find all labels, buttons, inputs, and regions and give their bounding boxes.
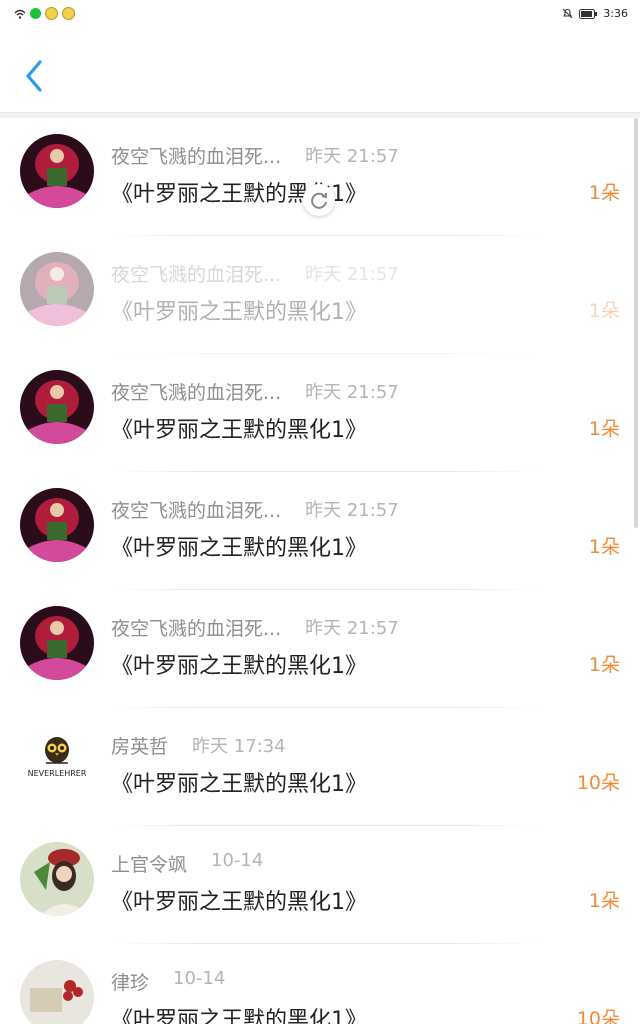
book-title: 《叶罗丽之王默的黑化1》 (111, 300, 367, 325)
list-item[interactable]: 夜空飞溅的血泪死... 昨天 21:57 《叶罗丽之王默的黑化1》 1朵 (0, 590, 640, 708)
list-item[interactable]: 律珍 10-14 《叶罗丽之王默的黑化1》 10朵 (0, 944, 640, 1024)
sender-name: 夜空飞溅的血泪死... (111, 264, 282, 286)
avatar[interactable] (20, 960, 94, 1024)
sender-name: 夜空飞溅的血泪死... (111, 382, 282, 404)
refresh-indicator (303, 184, 335, 216)
flower-count: 1朵 (588, 654, 620, 676)
avatar[interactable] (20, 606, 94, 680)
wifi-icon (14, 9, 26, 19)
sender-name: 夜空飞溅的血泪死... (111, 500, 282, 522)
message-time: 昨天 21:57 (305, 500, 399, 521)
battery-icon (579, 8, 598, 19)
flower-count: 10朵 (576, 1008, 620, 1024)
avatar[interactable]: NEVERLEHRER (20, 724, 94, 798)
book-title: 《叶罗丽之王默的黑化1》 (111, 1008, 367, 1024)
status-icons-right: 3:36 (562, 7, 628, 20)
status-icons-left (14, 7, 75, 20)
chevron-left-icon (26, 60, 42, 92)
refresh-icon (311, 192, 327, 209)
sender-line: 夜空飞溅的血泪死... 昨天 21:57 (111, 260, 399, 287)
flower-count: 1朵 (588, 418, 620, 440)
flower-count: 1朵 (588, 536, 620, 558)
flower-count: 1朵 (588, 890, 620, 912)
sender-name: 上官令飒 (111, 854, 188, 876)
sender-name: 夜空飞溅的血泪死... (111, 618, 282, 640)
wechat-icon (30, 8, 41, 19)
book-title: 《叶罗丽之王默的黑化1》 (111, 654, 367, 679)
message-time: 昨天 21:57 (305, 264, 399, 285)
message-time: 昨天 21:57 (305, 382, 399, 403)
list-item[interactable]: 夜空飞溅的血泪死... 昨天 21:57 《叶罗丽之王默的黑化1》 1朵 (0, 354, 640, 472)
avatar[interactable] (20, 370, 94, 444)
sender-line: 夜空飞溅的血泪死... 昨天 21:57 (111, 378, 399, 405)
avatar[interactable] (20, 488, 94, 562)
message-time: 昨天 17:34 (192, 736, 286, 757)
message-time: 10-14 (211, 850, 264, 871)
status-time: 3:36 (603, 7, 628, 20)
book-title: 《叶罗丽之王默的黑化1》 (111, 772, 367, 797)
scrollbar[interactable] (634, 118, 638, 528)
sender-line: 上官令飒 10-14 (111, 850, 263, 877)
avatar[interactable] (20, 842, 94, 916)
list-item[interactable]: 夜空飞溅的血泪死... 昨天 21:57 《叶罗丽之王默的黑化1》 1朵 (0, 472, 640, 590)
flower-count: 10朵 (576, 772, 620, 794)
app-header (0, 28, 640, 113)
book-title: 《叶罗丽之王默的黑化1》 (111, 536, 367, 561)
list-item[interactable]: 上官令飒 10-14 《叶罗丽之王默的黑化1》 1朵 (0, 826, 640, 944)
app-notify-icon-2 (62, 7, 75, 20)
list-item[interactable]: NEVERLEHRER 房英哲 昨天 17:34 《叶罗丽之王默的黑化1》 10… (0, 708, 640, 826)
sender-line: 夜空飞溅的血泪死... 昨天 21:57 (111, 496, 399, 523)
sender-line: 律珍 10-14 (111, 968, 225, 995)
sender-line: 房英哲 昨天 17:34 (111, 732, 286, 759)
sender-name: 夜空飞溅的血泪死... (111, 146, 282, 168)
app-notify-icon (45, 7, 58, 20)
owl-logo-text: NEVERLEHRER (28, 769, 87, 778)
book-title: 《叶罗丽之王默的黑化1》 (111, 418, 367, 443)
silent-bell-icon (562, 8, 573, 19)
avatar[interactable] (20, 252, 94, 326)
book-title: 《叶罗丽之王默的黑化1》 (111, 890, 367, 915)
sender-line: 夜空飞溅的血泪死... 昨天 21:57 (111, 142, 399, 169)
list-item[interactable]: 夜空飞溅的血泪死... 昨天 21:57 《叶罗丽之王默的黑化1》 1朵 (0, 236, 640, 354)
avatar[interactable] (20, 134, 94, 208)
message-list[interactable]: 夜空飞溅的血泪死... 昨天 21:57 《叶罗丽之王默的黑化1》 1朵 夜空飞… (0, 118, 640, 1024)
flower-count: 1朵 (588, 300, 620, 322)
flower-count: 1朵 (588, 182, 620, 204)
sender-line: 夜空飞溅的血泪死... 昨天 21:57 (111, 614, 399, 641)
message-time: 昨天 21:57 (305, 618, 399, 639)
sender-name: 房英哲 (111, 736, 169, 758)
sender-name: 律珍 (111, 972, 150, 994)
message-time: 10-14 (173, 968, 226, 989)
message-time: 昨天 21:57 (305, 146, 399, 167)
list-item[interactable]: 夜空飞溅的血泪死... 昨天 21:57 《叶罗丽之王默的黑化1》 1朵 (0, 118, 640, 236)
status-bar: 3:36 (0, 0, 640, 28)
back-button[interactable] (20, 58, 48, 94)
